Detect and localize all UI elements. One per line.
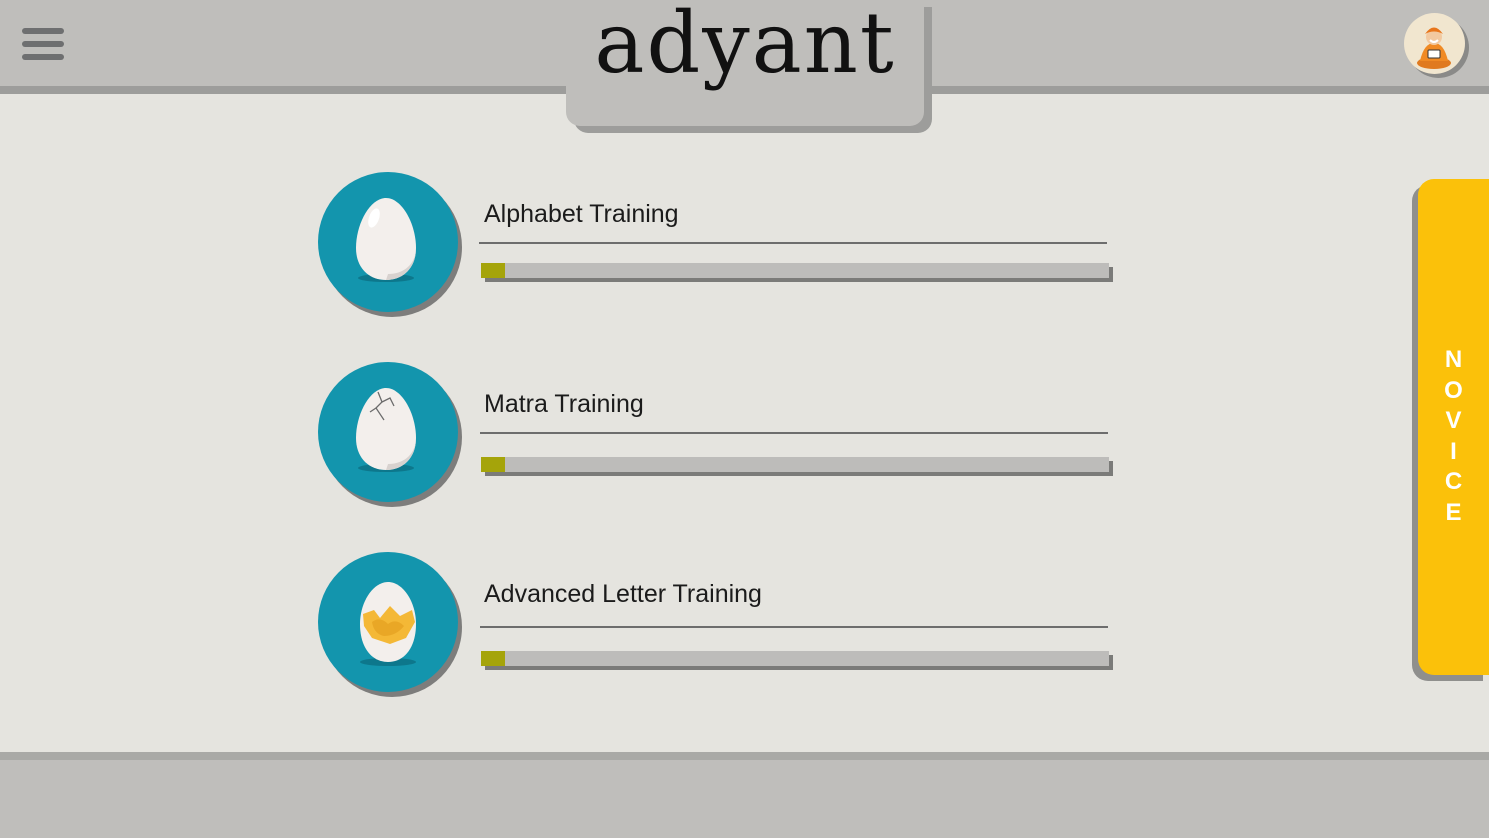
progress-bar <box>481 457 1109 472</box>
logo-tab: adyant <box>566 0 924 126</box>
level-label: NOVICE <box>1418 345 1489 528</box>
egg-badge <box>318 552 458 692</box>
app-logo: adyant <box>594 0 896 92</box>
egg-badge <box>318 362 458 502</box>
course-title: Advanced Letter Training <box>484 580 762 608</box>
hatching-egg-icon <box>360 582 416 666</box>
course-title: Matra Training <box>484 390 644 418</box>
level-tab-novice[interactable]: NOVICE <box>1418 179 1489 675</box>
level-label-letter: E <box>1445 498 1462 526</box>
course-card-alphabet[interactable]: Alphabet Training <box>318 172 1118 322</box>
title-divider <box>480 626 1108 628</box>
footer-bar <box>0 760 1489 838</box>
progress-fill <box>481 263 505 278</box>
whole-egg-icon <box>356 198 416 282</box>
hamburger-menu-icon[interactable] <box>20 26 66 64</box>
footer-shadow <box>0 752 1489 760</box>
level-label-letter: O <box>1444 376 1463 404</box>
level-label-letter: V <box>1445 407 1462 434</box>
level-label-letter: C <box>1444 468 1463 495</box>
level-label-letter: I <box>1450 437 1457 465</box>
level-label-letter: N <box>1444 346 1463 373</box>
cracked-egg-icon <box>356 388 416 472</box>
avatar[interactable] <box>1404 13 1465 74</box>
course-card-matra[interactable]: Matra Training <box>318 362 1118 512</box>
title-divider <box>479 242 1107 244</box>
title-divider <box>480 432 1108 434</box>
progress-bar <box>481 263 1109 278</box>
progress-bar <box>481 651 1109 666</box>
egg-badge <box>318 172 458 312</box>
progress-fill <box>481 457 505 472</box>
course-card-advanced-letter[interactable]: Advanced Letter Training <box>318 552 1118 702</box>
meditating-monk-avatar-icon <box>1417 27 1451 69</box>
course-title: Alphabet Training <box>484 200 679 228</box>
progress-fill <box>481 651 505 666</box>
